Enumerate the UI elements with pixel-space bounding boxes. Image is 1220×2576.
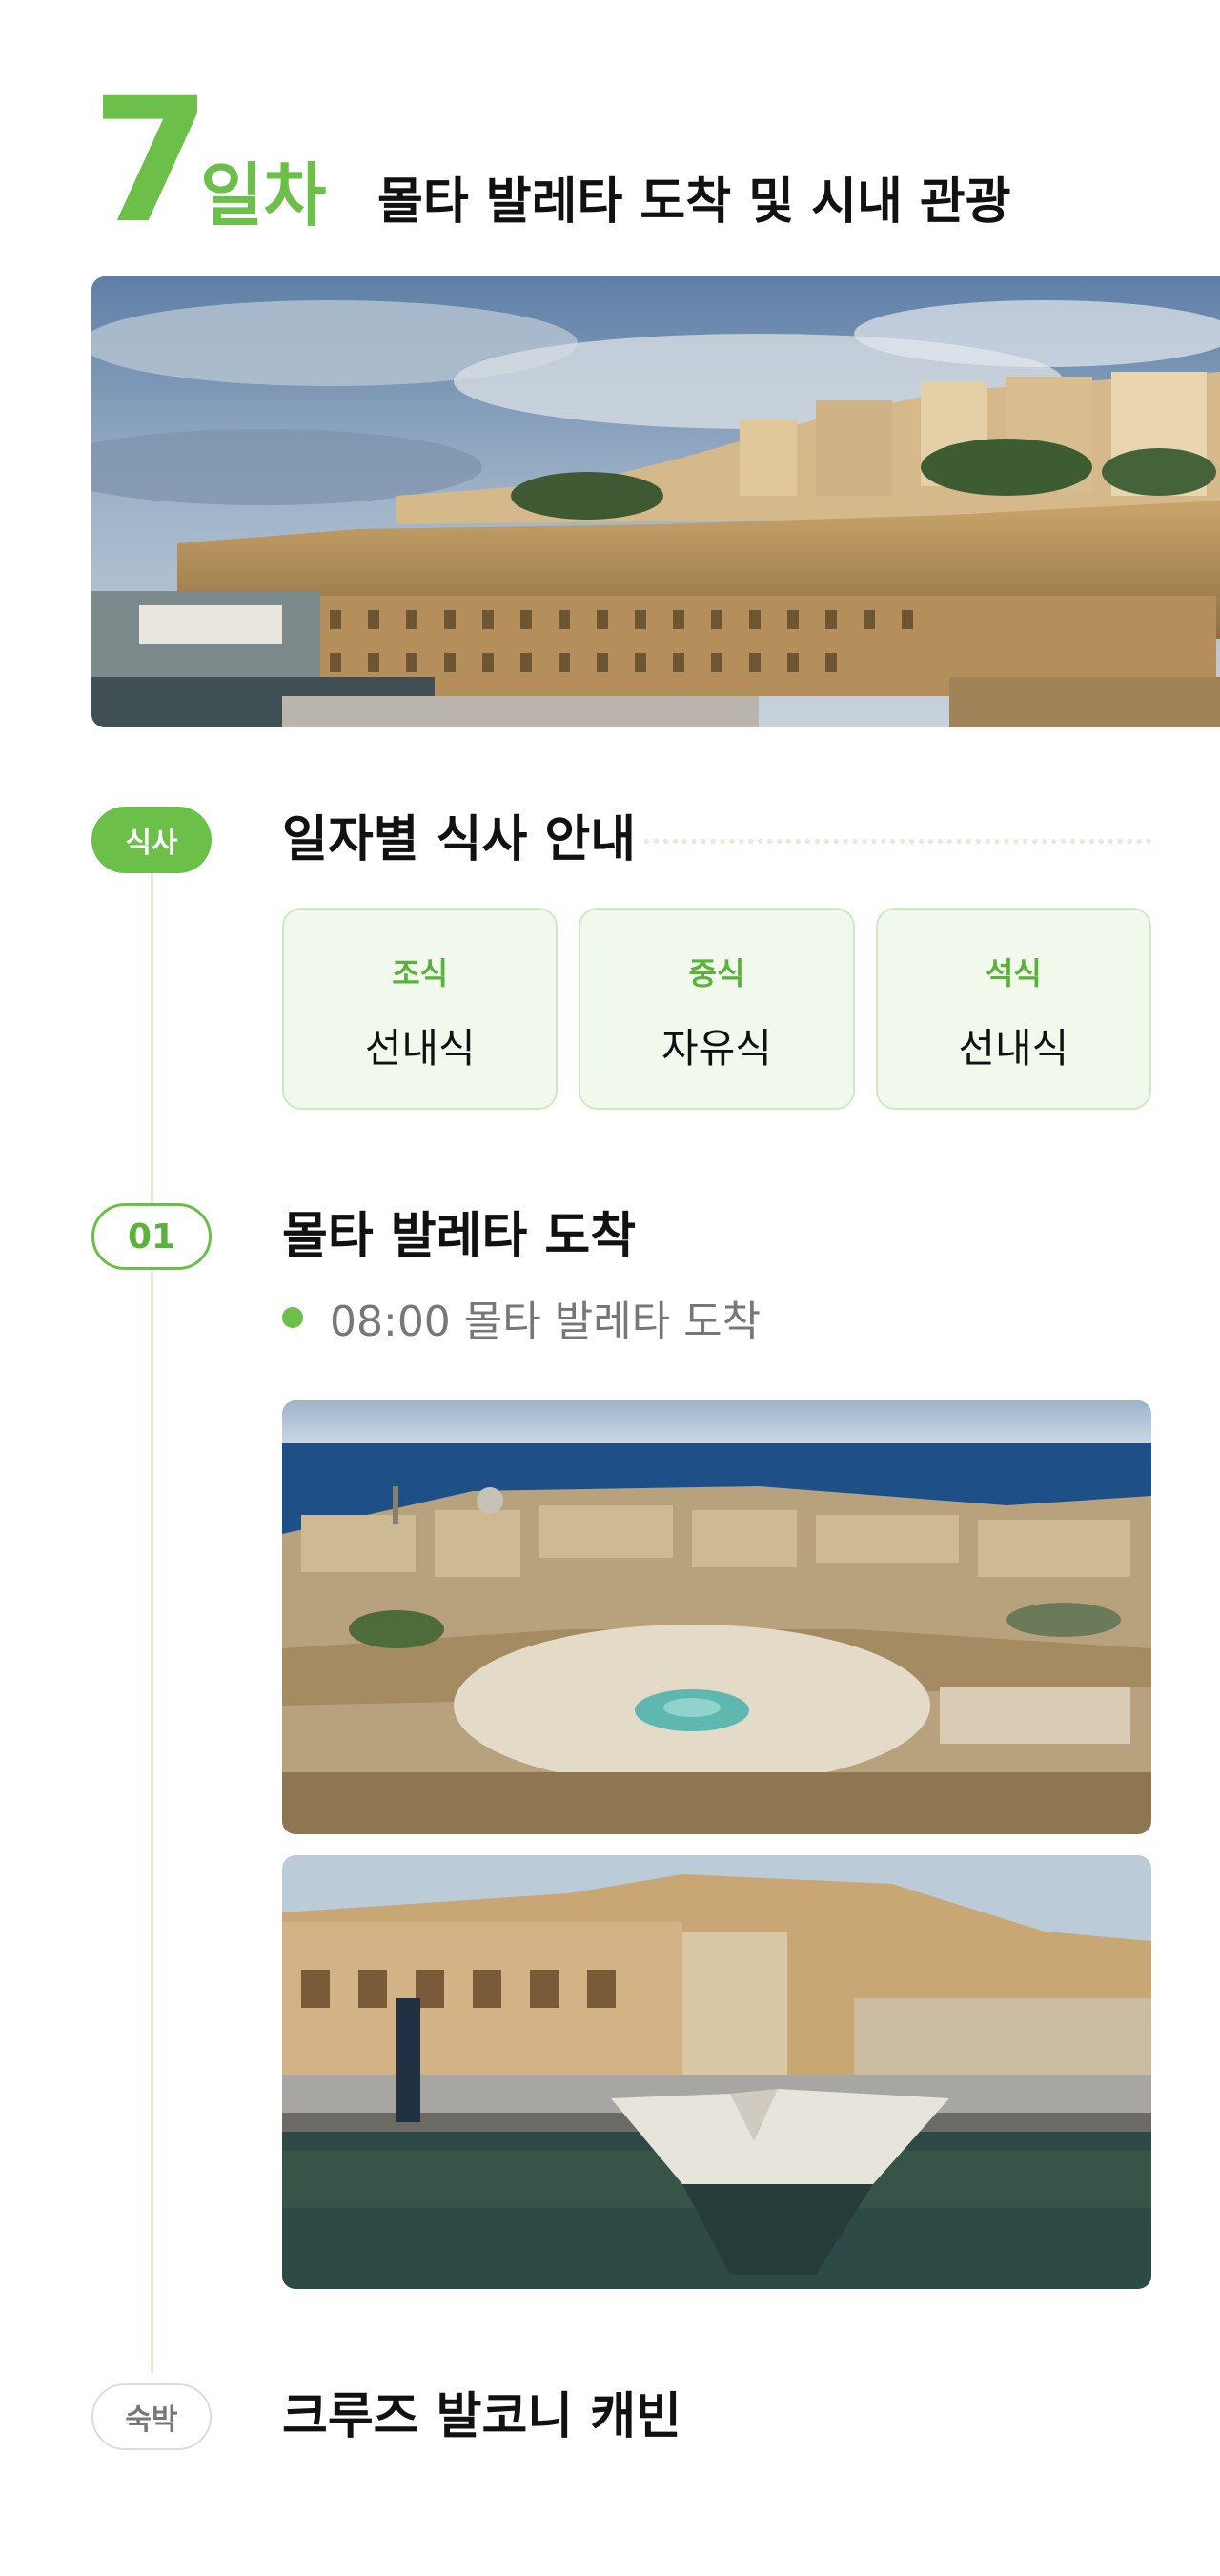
meal-card-breakfast: 조식 선내식 xyxy=(282,908,559,1110)
schedule-item-text: 08:00 몰타 발레타 도착 xyxy=(330,1298,762,1346)
valletta-waterfront-paper-boat-photo xyxy=(282,1855,1151,2289)
valletta-harbor-hero-image xyxy=(92,276,1220,727)
meal-value: 선내식 xyxy=(364,1025,476,1072)
step-number-badge: 01 xyxy=(92,1203,212,1270)
stay-badge: 숙박 xyxy=(92,2383,212,2450)
day-title: 몰타 발레타 도착 및 시내 관광 xyxy=(377,174,1011,231)
day-number: 7 xyxy=(92,62,211,261)
meal-section-title: 일자별 식사 안내 xyxy=(282,811,637,869)
stay-title: 크루즈 발코니 캐빈 xyxy=(282,2388,681,2445)
step-title: 몰타 발레타 도착 xyxy=(282,1208,637,1265)
schedule-item: 08:00 몰타 발레타 도착 xyxy=(282,1289,761,1346)
meal-label: 조식 xyxy=(392,955,449,992)
meal-cards: 조식 선내식 중식 자유식 석식 선내식 xyxy=(282,908,1151,1110)
meal-value: 선내식 xyxy=(958,1025,1069,1072)
timeline-line xyxy=(151,872,153,2374)
day-header: 7 일차 몰타 발레타 도착 및 시내 관광 xyxy=(92,62,1188,261)
meal-label: 석식 xyxy=(985,955,1042,992)
meal-card-lunch: 중식 자유식 xyxy=(579,908,855,1110)
meal-badge: 식사 xyxy=(92,807,212,873)
meal-value: 자유식 xyxy=(661,1025,772,1072)
day-word: 일차 xyxy=(200,155,327,235)
bullet-dot-icon xyxy=(282,1307,303,1328)
meal-card-dinner: 석식 선내식 xyxy=(875,908,1151,1110)
dotted-divider xyxy=(644,839,1151,844)
valletta-aerial-photo xyxy=(282,1400,1151,1834)
meal-label: 중식 xyxy=(688,955,745,992)
